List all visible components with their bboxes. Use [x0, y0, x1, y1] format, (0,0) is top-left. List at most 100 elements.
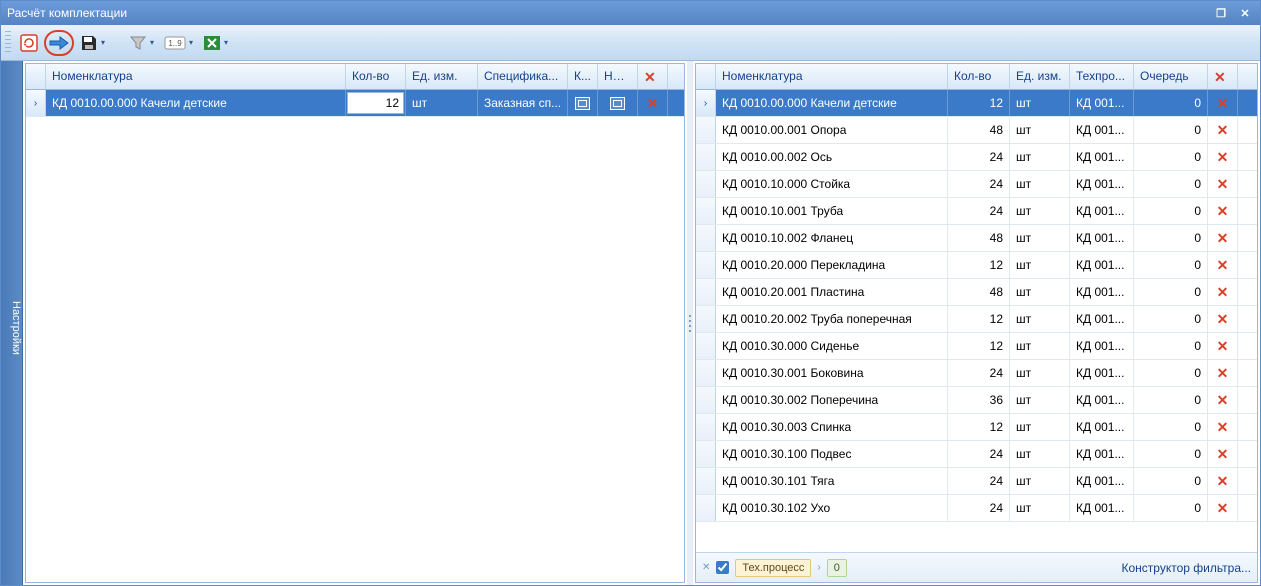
refresh-button[interactable]: [16, 30, 42, 56]
cell-nomenclature: КД 0010.30.000 Сиденье: [716, 333, 948, 359]
col-spec[interactable]: Специфика...: [478, 64, 568, 89]
cell-delete[interactable]: ✕: [1208, 387, 1238, 413]
cell-delete[interactable]: ✕: [1208, 90, 1238, 116]
table-row[interactable]: КД 0010.20.002 Труба поперечная12штКД 00…: [696, 306, 1257, 333]
col-tech[interactable]: Техпро...: [1070, 64, 1134, 89]
funnel-icon: [129, 34, 147, 52]
close-icon: ✕: [644, 69, 656, 85]
cell-delete[interactable]: ✕: [1208, 171, 1238, 197]
table-row[interactable]: КД 0010.10.000 Стойка24штКД 001...0✕: [696, 171, 1257, 198]
cell-qty: 12: [948, 333, 1010, 359]
cell-tech: КД 001...: [1070, 90, 1134, 116]
cell-qty[interactable]: [346, 90, 406, 116]
cell-tech: КД 001...: [1070, 495, 1134, 521]
filter-tag-tech[interactable]: Тех.процесс: [735, 559, 811, 577]
excel-button[interactable]: ▾: [199, 30, 232, 56]
cell-nomenclature: КД 0010.20.002 Труба поперечная: [716, 306, 948, 332]
col-delete[interactable]: ✕: [1208, 64, 1238, 89]
table-row[interactable]: ›КД 0010.00.000 Качели детскиештЗаказная…: [26, 90, 684, 117]
col-ne[interactable]: Не ...: [598, 64, 638, 89]
close-icon: ✕: [1217, 365, 1229, 382]
cell-tech: КД 001...: [1070, 441, 1134, 467]
cell-delete[interactable]: ✕: [1208, 333, 1238, 359]
close-icon: ✕: [647, 95, 659, 112]
close-icon: ✕: [1217, 257, 1229, 274]
col-unit[interactable]: Ед. изм.: [1010, 64, 1070, 89]
col-k[interactable]: К...: [568, 64, 598, 89]
table-row[interactable]: КД 0010.30.101 Тяга24штКД 001...0✕: [696, 468, 1257, 495]
table-row[interactable]: КД 0010.30.002 Поперечина36штКД 001...0✕: [696, 387, 1257, 414]
table-row[interactable]: ›КД 0010.00.000 Качели детские12штКД 001…: [696, 90, 1257, 117]
table-row[interactable]: КД 0010.30.100 Подвес24штКД 001...0✕: [696, 441, 1257, 468]
table-row[interactable]: КД 0010.10.002 Фланец48штКД 001...0✕: [696, 225, 1257, 252]
cell-delete[interactable]: ✕: [1208, 117, 1238, 143]
window-title: Расчёт комплектации: [7, 6, 1212, 20]
cell-qty: 48: [948, 225, 1010, 251]
chevron-down-icon: ▾: [150, 38, 154, 47]
cell-qty: 48: [948, 279, 1010, 305]
sidebar-tab-settings[interactable]: Настройки: [1, 61, 23, 585]
cell-delete[interactable]: ✕: [1208, 225, 1238, 251]
filter-button[interactable]: ▾: [125, 30, 158, 56]
table-row[interactable]: КД 0010.30.000 Сиденье12штКД 001...0✕: [696, 333, 1257, 360]
cell-delete[interactable]: ✕: [1208, 441, 1238, 467]
splitter[interactable]: [687, 61, 693, 585]
cell-tech: КД 001...: [1070, 306, 1134, 332]
qty-input[interactable]: [348, 93, 403, 113]
close-icon: ✕: [1217, 446, 1229, 463]
table-row[interactable]: КД 0010.30.102 Ухо24штКД 001...0✕: [696, 495, 1257, 522]
table-row[interactable]: КД 0010.20.001 Пластина48штКД 001...0✕: [696, 279, 1257, 306]
cell-delete[interactable]: ✕: [1208, 306, 1238, 332]
cell-delete[interactable]: ✕: [1208, 495, 1238, 521]
row-indicator: [696, 333, 716, 359]
col-qty[interactable]: Кол-во: [346, 64, 406, 89]
cell-delete[interactable]: ✕: [638, 90, 668, 116]
filter-enable-checkbox[interactable]: [716, 561, 729, 574]
cell-unit: шт: [1010, 495, 1070, 521]
table-row[interactable]: КД 0010.30.001 Боковина24штКД 001...0✕: [696, 360, 1257, 387]
close-icon: ✕: [1217, 473, 1229, 490]
cell-tech: КД 001...: [1070, 171, 1134, 197]
cell-unit: шт: [1010, 360, 1070, 386]
restore-icon[interactable]: ❐: [1212, 5, 1230, 21]
col-nomenclature[interactable]: Номенклатура: [46, 64, 346, 89]
cell-delete[interactable]: ✕: [1208, 279, 1238, 305]
cell-tech: КД 001...: [1070, 468, 1134, 494]
cell-flag1[interactable]: [568, 90, 598, 116]
close-icon: ✕: [1217, 311, 1229, 328]
save-button[interactable]: ▾: [76, 30, 109, 56]
close-filter-icon[interactable]: ✕: [702, 562, 710, 573]
cell-tech: КД 001...: [1070, 144, 1134, 170]
table-row[interactable]: КД 0010.20.000 Перекладина12штКД 001...0…: [696, 252, 1257, 279]
filter-editor-link[interactable]: Конструктор фильтра...: [1122, 561, 1252, 575]
cell-delete[interactable]: ✕: [1208, 414, 1238, 440]
cell-qty: 24: [948, 144, 1010, 170]
col-unit[interactable]: Ед. изм.: [406, 64, 478, 89]
table-row[interactable]: КД 0010.10.001 Труба24штКД 001...0✕: [696, 198, 1257, 225]
close-icon: ✕: [1214, 69, 1226, 85]
table-row[interactable]: КД 0010.00.001 Опора48штКД 001...0✕: [696, 117, 1257, 144]
row-indicator: [696, 387, 716, 413]
cell-flag2[interactable]: [598, 90, 638, 116]
cell-delete[interactable]: ✕: [1208, 144, 1238, 170]
table-row[interactable]: КД 0010.30.003 Спинка12штКД 001...0✕: [696, 414, 1257, 441]
row-indicator: [696, 252, 716, 278]
col-nomenclature[interactable]: Номенклатура: [716, 64, 948, 89]
cell-queue: 0: [1134, 198, 1208, 224]
col-qty[interactable]: Кол-во: [948, 64, 1010, 89]
cell-tech: КД 001...: [1070, 252, 1134, 278]
cell-delete[interactable]: ✕: [1208, 468, 1238, 494]
col-queue[interactable]: Очередь: [1134, 64, 1208, 89]
cell-delete[interactable]: ✕: [1208, 360, 1238, 386]
cell-nomenclature: КД 0010.20.001 Пластина: [716, 279, 948, 305]
numbering-button[interactable]: 1..9 ▾: [160, 30, 197, 56]
close-icon[interactable]: ✕: [1236, 5, 1254, 21]
table-row[interactable]: КД 0010.00.002 Ось24штКД 001...0✕: [696, 144, 1257, 171]
filter-tag-value[interactable]: 0: [827, 559, 847, 577]
cell-unit: шт: [1010, 279, 1070, 305]
cell-delete[interactable]: ✕: [1208, 198, 1238, 224]
cell-delete[interactable]: ✕: [1208, 252, 1238, 278]
col-delete[interactable]: ✕: [638, 64, 668, 89]
run-button[interactable]: [44, 30, 74, 56]
svg-text:1..9: 1..9: [168, 39, 182, 48]
